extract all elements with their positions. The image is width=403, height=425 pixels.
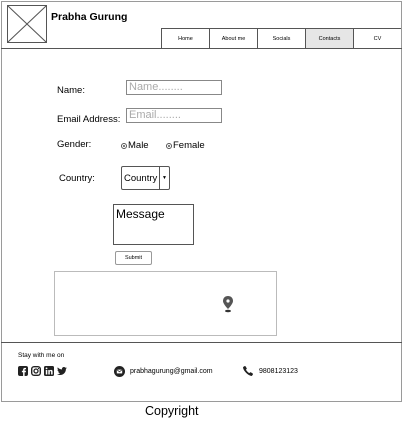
message-textarea[interactable]: Message [113,204,194,245]
nav-about-me[interactable]: About me [209,29,257,49]
phone-icon [243,366,253,376]
radio-icon [121,142,127,149]
nav-contacts[interactable]: Contacts [305,29,353,49]
map-embed[interactable] [54,271,277,336]
chevron-down-icon: ▼ [159,167,169,189]
country-select[interactable]: Country ▼ [121,166,170,190]
main-nav: Home About me Socials Contacts CV [161,28,401,49]
phone-number: 9808123123 [259,367,298,375]
gender-radio-female[interactable]: Female [166,140,205,151]
gender-label: Gender: [57,139,92,150]
social-links [18,366,67,376]
country-label: Country: [59,173,95,184]
footer-divider [1,342,402,343]
logo-image-icon [7,5,47,43]
site-name: Prabha Gurung [51,11,128,23]
nav-cv[interactable]: CV [353,29,401,49]
logo-placeholder [7,5,47,43]
radio-icon [166,142,172,149]
submit-button[interactable]: Submit [115,251,152,265]
twitter-icon[interactable] [57,366,67,376]
email-input[interactable]: Email........ [126,108,222,123]
email-label: Email Address: [57,114,121,125]
country-select-value: Country [124,172,158,184]
linkedin-icon[interactable] [44,366,54,376]
phone-contact[interactable]: 9808123123 [243,366,298,376]
gender-option-female: Female [173,140,205,151]
email-address: prabhagurung@gmail.com [130,368,213,375]
email-contact[interactable]: prabhagurung@gmail.com [114,366,213,377]
gender-radio-male[interactable]: Male [121,140,149,151]
nav-home[interactable]: Home [161,29,209,49]
facebook-icon[interactable] [18,366,28,376]
name-input[interactable]: Name........ [126,80,222,95]
email-icon [114,366,125,377]
gender-option-male: Male [128,140,149,151]
instagram-icon[interactable] [31,366,41,376]
stay-with-me-text: Stay with me on [18,352,65,359]
copyright-text: Copyright [145,404,199,418]
nav-socials[interactable]: Socials [257,29,305,49]
name-label: Name: [57,85,85,96]
map-pin-icon [223,296,233,313]
header-divider [1,48,402,49]
